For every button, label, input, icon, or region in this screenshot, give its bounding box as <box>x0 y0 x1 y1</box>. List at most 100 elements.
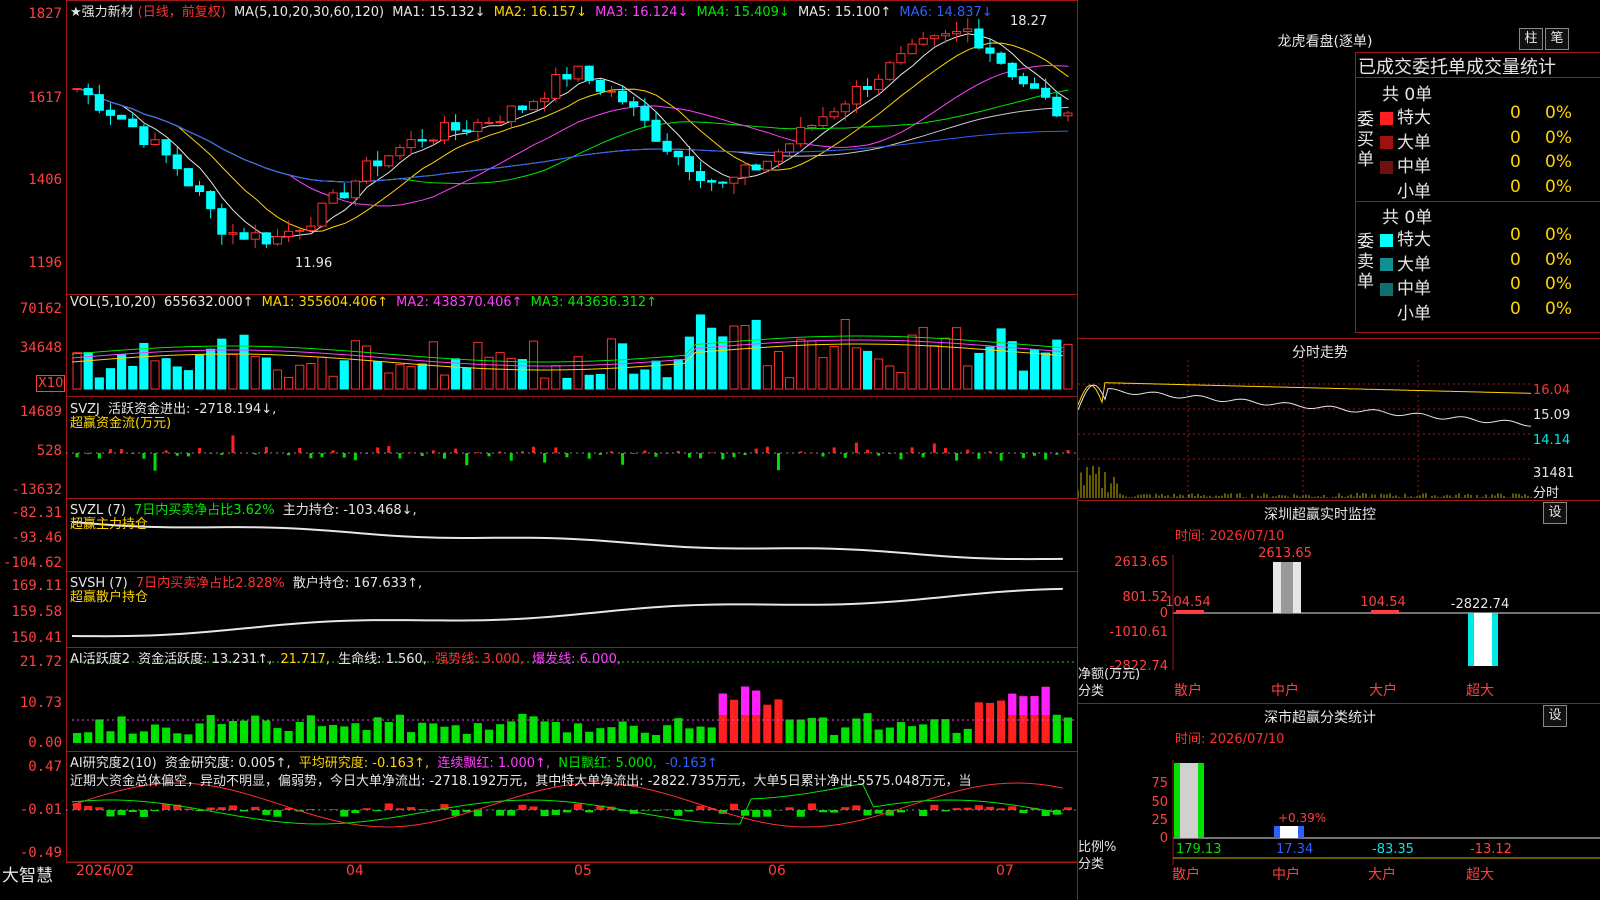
volume-bar <box>629 373 639 390</box>
candle <box>328 192 338 204</box>
intraday-label: 14.14 <box>1533 433 1571 448</box>
candle <box>1052 96 1062 117</box>
research-bar <box>763 810 772 817</box>
monitor-bar-label: 2613.65 <box>1258 546 1312 561</box>
flow-bar <box>175 453 179 456</box>
monitor-bar-label: 104.54 <box>1360 595 1406 610</box>
active-bar <box>919 724 928 743</box>
svsh-hold: 散户持仓: 167.633↑, <box>292 576 423 591</box>
research-bar <box>807 803 816 810</box>
candle <box>1007 62 1017 78</box>
flow-bar <box>387 446 391 453</box>
candle <box>840 103 850 113</box>
color-swatch <box>1380 307 1393 320</box>
color-swatch <box>1380 136 1393 149</box>
flow-bar <box>465 453 469 466</box>
volume-bar <box>1041 352 1051 390</box>
brand-logo[interactable]: 大智慧 <box>2 861 53 886</box>
candle <box>862 85 873 90</box>
active-bar <box>696 726 705 743</box>
volume-bar <box>818 357 828 390</box>
candle <box>751 164 761 171</box>
active-bar <box>896 722 905 743</box>
volume-bar <box>517 359 527 390</box>
monitor-y-label: -1010.61 <box>1110 625 1168 640</box>
vol-unit: X10 <box>36 375 66 392</box>
flow-bar <box>108 449 112 453</box>
research-bar <box>696 805 705 810</box>
flow-bar <box>765 446 769 453</box>
classify-settings-button[interactable]: 设 <box>1543 705 1567 727</box>
candle <box>885 62 895 80</box>
active-bar <box>952 732 961 743</box>
volume-bar <box>952 327 962 390</box>
intraday-avg-line <box>1078 382 1532 406</box>
intraday-chart[interactable] <box>1078 360 1600 500</box>
volume-bar <box>261 357 271 390</box>
volume-bar <box>484 356 494 390</box>
classify-y-label: 50 <box>1151 795 1168 810</box>
flow-bar <box>776 453 780 471</box>
ma1-value: MA1: 15.132↓ <box>392 5 486 20</box>
research-v4: N日飘红: 5.000, <box>558 756 657 771</box>
volume-bar <box>885 365 895 390</box>
flow-bar <box>253 453 257 455</box>
volume-bar <box>840 318 850 390</box>
candle <box>528 101 539 111</box>
candle <box>651 119 661 142</box>
flow-bar <box>342 453 346 458</box>
color-swatch <box>1380 111 1393 125</box>
volume-bar <box>462 367 472 390</box>
flow-bar <box>298 447 302 453</box>
row-name: 中单 <box>1397 157 1431 177</box>
svsh-line <box>71 587 1063 638</box>
tick-mode-button[interactable]: 笔 <box>1545 28 1569 50</box>
active-y: 21.72 <box>19 654 62 670</box>
monitor-bar-label: -2822.74 <box>1451 597 1509 612</box>
active-bar <box>674 718 683 743</box>
volume-bar <box>896 372 906 390</box>
stock-name[interactable]: ★强力新材 <box>70 5 134 20</box>
candle <box>729 176 739 184</box>
row-pct: 0% <box>1545 225 1572 245</box>
volume-bar <box>395 364 405 390</box>
active-bar <box>562 732 571 743</box>
active-bar <box>306 715 315 743</box>
classify-value: 17.34 <box>1276 842 1313 857</box>
flow-bar <box>442 453 446 459</box>
candle <box>239 232 249 240</box>
svzl-y: -104.62 <box>2 555 62 571</box>
period-mode[interactable]: (日线，前复权) <box>138 5 226 20</box>
monitor-settings-button[interactable]: 设 <box>1543 502 1567 524</box>
candle <box>963 28 973 33</box>
flow-bar <box>910 447 914 453</box>
research-bar <box>84 805 93 810</box>
monitor-chart[interactable]: 2613.65801.520-1010.61-2822.74104.542613… <box>1078 540 1600 702</box>
volume-bar <box>985 346 995 390</box>
bar-mode-button[interactable]: 柱 <box>1519 28 1543 50</box>
candle <box>306 225 316 231</box>
candle <box>606 90 617 93</box>
research-bar <box>863 810 872 816</box>
candle <box>896 53 906 64</box>
ma-line <box>77 33 1069 238</box>
research-bar <box>685 810 694 812</box>
flow-bar <box>866 449 870 453</box>
monitor-y-label: 2613.65 <box>1114 555 1168 570</box>
active-y: 10.73 <box>19 695 62 711</box>
classify-chart[interactable]: 75 50 25 0 +0.39% 179.13 17.34 -83.35 -13.12 散户 中户… <box>1078 745 1600 900</box>
flow-bar <box>487 453 491 457</box>
svzl-sub: 超赢主力持仓 <box>70 517 149 532</box>
volume-bar <box>150 360 160 390</box>
volume-bar <box>1018 370 1028 390</box>
x-label: 04 <box>346 863 364 879</box>
flow-bar <box>899 453 903 460</box>
research-v3: 连续飘红: 1.000↑, <box>437 756 551 771</box>
volume-bar <box>551 365 561 390</box>
svzl-line <box>71 521 1063 561</box>
active-bar <box>418 722 427 743</box>
candle <box>718 181 728 184</box>
volume-bar <box>128 365 138 390</box>
candle <box>228 232 238 235</box>
flow-bar <box>509 453 513 461</box>
